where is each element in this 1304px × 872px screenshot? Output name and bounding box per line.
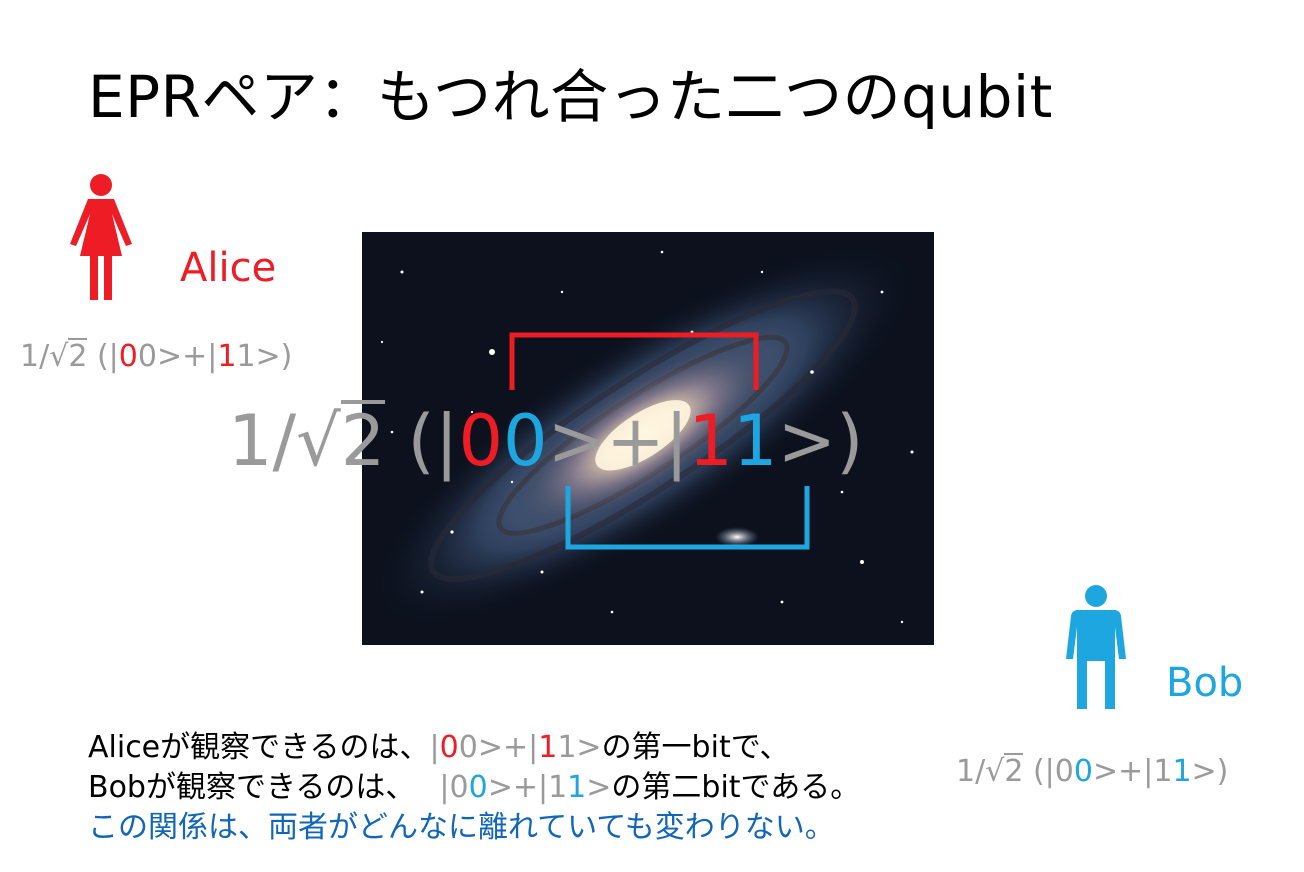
caption-text: Aliceが観察できるのは、 bbox=[88, 730, 430, 765]
state-digit: 0 bbox=[118, 339, 138, 374]
state-mid: >+| bbox=[1092, 754, 1154, 789]
state-close: >) bbox=[777, 400, 864, 482]
sqrt-symbol: √2 bbox=[296, 400, 386, 482]
slide-title: EPRペア：もつれ合った二つのqubit bbox=[88, 63, 1053, 131]
state-mid: >+| bbox=[156, 339, 218, 374]
state-digit: 1 bbox=[1153, 754, 1173, 789]
state-open: (| bbox=[87, 339, 119, 374]
state-close: >) bbox=[1191, 754, 1229, 789]
caption-text: の第二bitである。 bbox=[611, 770, 861, 805]
sqrt-symbol: √2 bbox=[49, 338, 88, 374]
state-mid: >+| bbox=[547, 400, 689, 482]
bob-state: 1/√2 (|00>+|11>) bbox=[956, 753, 1228, 789]
state-digit: 0 bbox=[1054, 754, 1074, 789]
caption-text: Bobが観察できるのは、 bbox=[88, 770, 416, 805]
ket-digit: 0 bbox=[449, 770, 469, 805]
state-digit: 1 bbox=[732, 400, 778, 482]
state-prefix: 1/ bbox=[20, 339, 50, 374]
caption-line-1: Aliceが観察できるのは、|00>+|11>の第一bitで、 bbox=[88, 722, 790, 766]
sqrt-symbol: √2 bbox=[985, 753, 1024, 789]
alice-state: 1/√2 (|00>+|11>) bbox=[20, 338, 292, 374]
state-prefix: 1/ bbox=[228, 400, 297, 482]
ket-mid: >+| bbox=[487, 770, 549, 805]
state-digit: 0 bbox=[502, 400, 548, 482]
ket-digit: 0 bbox=[458, 730, 478, 765]
caption-line-2: Bobが観察できるのは、 |00>+|11>の第二bitである。 bbox=[88, 762, 860, 806]
ket-digit: 1 bbox=[548, 770, 568, 805]
state-open: (| bbox=[385, 400, 459, 482]
ket-digit: 1 bbox=[567, 770, 587, 805]
state-digit: 1 bbox=[1172, 754, 1192, 789]
state-digit: 1 bbox=[236, 339, 256, 374]
caption-line-3: この関係は、両者がどんなに離れていても変わりない。 bbox=[88, 810, 835, 845]
bob-name: Bob bbox=[1166, 660, 1244, 706]
caption-text: の第一bitで、 bbox=[601, 730, 790, 765]
woman-icon bbox=[70, 174, 132, 300]
ket-close: > bbox=[576, 730, 602, 765]
state-digit: 0 bbox=[458, 400, 503, 482]
state-prefix: 1/ bbox=[956, 754, 986, 789]
ket-mid: >+| bbox=[477, 730, 539, 765]
state-digit: 0 bbox=[1073, 754, 1093, 789]
ket-open: | bbox=[439, 770, 450, 805]
state-digit: 1 bbox=[688, 400, 733, 482]
ket-digit: 1 bbox=[538, 730, 558, 765]
state-digit: 0 bbox=[137, 339, 157, 374]
state-close: >) bbox=[255, 339, 293, 374]
ket-digit: 1 bbox=[557, 730, 577, 765]
ket-open: | bbox=[429, 730, 440, 765]
state-open: (| bbox=[1023, 754, 1055, 789]
man-icon bbox=[1066, 585, 1126, 709]
center-state: 1/√2 (|00>+|11>) bbox=[228, 400, 863, 482]
state-digit: 1 bbox=[217, 339, 237, 374]
ket-digit: 0 bbox=[439, 730, 459, 765]
ket-close: > bbox=[586, 770, 612, 805]
alice-name: Alice bbox=[180, 245, 277, 291]
ket-digit: 0 bbox=[468, 770, 488, 805]
